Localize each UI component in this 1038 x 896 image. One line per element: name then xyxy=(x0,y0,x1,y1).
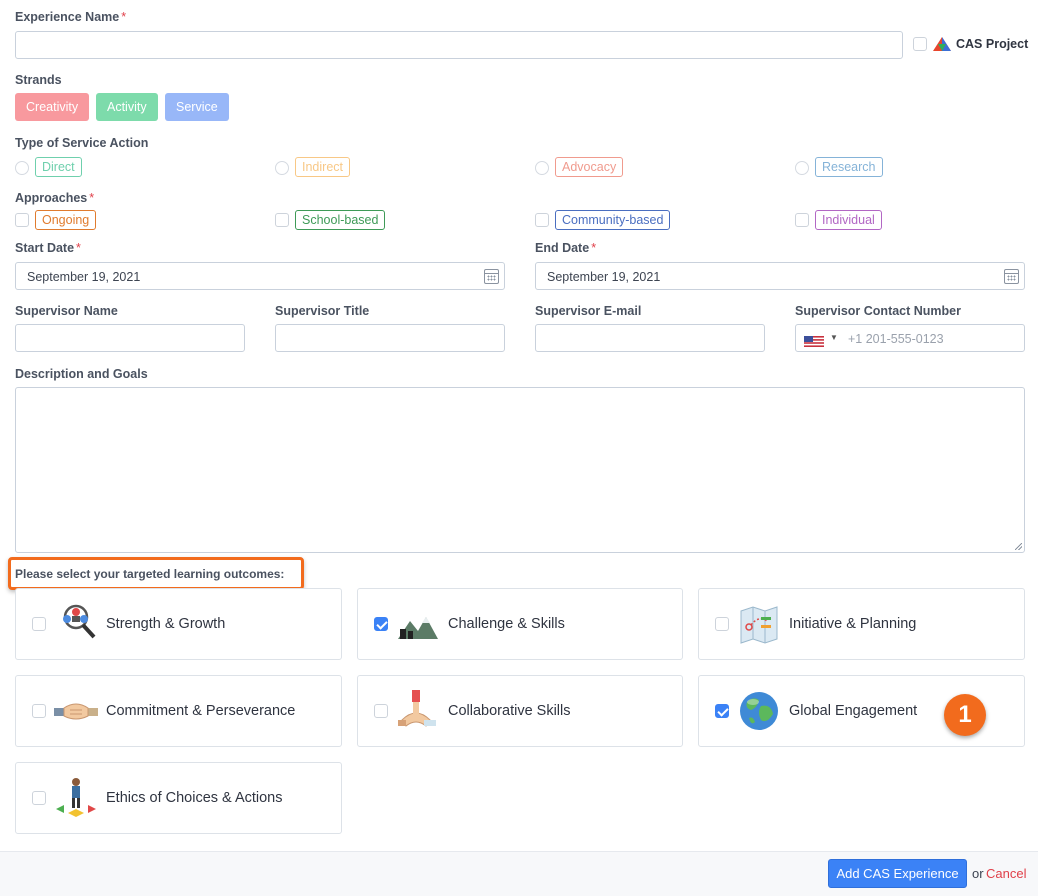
chevron-down-icon[interactable]: ▼ xyxy=(830,333,838,342)
service-direct-radio[interactable] xyxy=(15,161,29,175)
approaches-label-text: Approaches xyxy=(15,191,88,205)
strand-activity-button[interactable]: Activity xyxy=(96,93,158,121)
experience-name-label: Experience Name * xyxy=(15,10,126,24)
approach-ongoing-tag[interactable]: Ongoing xyxy=(35,210,97,230)
resize-handle[interactable] xyxy=(1015,543,1022,550)
end-date-label-text: End Date xyxy=(535,241,590,255)
outcome-checkbox[interactable] xyxy=(32,791,46,805)
end-date-label: End Date * xyxy=(535,241,596,255)
cas-logo-icon xyxy=(933,37,951,51)
outcome-checkbox[interactable] xyxy=(32,617,46,631)
service-indirect-radio[interactable] xyxy=(275,161,289,175)
experience-name-label-text: Experience Name xyxy=(15,10,120,24)
service-direct-tag[interactable]: Direct xyxy=(35,157,82,177)
service-action-label: Type of Service Action xyxy=(15,136,149,150)
outcome-card-commitment-perseverance[interactable]: Commitment & Perseverance xyxy=(15,675,342,747)
service-indirect-tag[interactable]: Indirect xyxy=(295,157,350,177)
supervisor-title-input[interactable] xyxy=(275,324,505,352)
global-engagement-icon xyxy=(737,690,781,732)
supervisor-phone-input[interactable]: ▼ +1 201-555-0123 xyxy=(795,324,1025,352)
initiative-planning-icon xyxy=(737,603,781,645)
service-advocacy-tag[interactable]: Advocacy xyxy=(555,157,624,177)
approach-individual-tag[interactable]: Individual xyxy=(815,210,882,230)
outcome-label: Challenge & Skills xyxy=(448,616,565,632)
add-cas-experience-button[interactable]: Add CAS Experience xyxy=(828,859,967,888)
outcome-card-collaborative-skills[interactable]: Collaborative Skills xyxy=(357,675,683,747)
supervisor-name-input[interactable] xyxy=(15,324,245,352)
approach-ongoing-checkbox[interactable] xyxy=(15,213,29,227)
strength-growth-icon xyxy=(54,603,98,645)
end-date-value: September 19, 2021 xyxy=(547,270,661,284)
outcomes-prompt: Please select your targeted learning out… xyxy=(15,567,285,581)
cas-project-label: CAS Project xyxy=(956,37,1029,51)
required-mark: * xyxy=(121,10,127,24)
calendar-icon[interactable] xyxy=(1004,269,1019,284)
supervisor-phone-label: Supervisor Contact Number xyxy=(795,304,962,318)
service-research-tag[interactable]: Research xyxy=(815,157,883,177)
approach-school-based-checkbox[interactable] xyxy=(275,213,289,227)
outcome-label: Collaborative Skills xyxy=(448,703,571,719)
strand-service-button[interactable]: Service xyxy=(165,93,229,121)
strand-creativity-button[interactable]: Creativity xyxy=(15,93,90,121)
service-advocacy-radio[interactable] xyxy=(535,161,549,175)
collaborative-skills-icon xyxy=(396,690,440,732)
approach-individual-checkbox[interactable] xyxy=(795,213,809,227)
supervisor-email-input[interactable] xyxy=(535,324,765,352)
start-date-input[interactable]: September 19, 2021 xyxy=(15,262,505,290)
supervisor-title-label: Supervisor Title xyxy=(275,304,370,318)
outcome-checkbox[interactable] xyxy=(32,704,46,718)
approach-community-based-checkbox[interactable] xyxy=(535,213,549,227)
step-callout-badge: 1 xyxy=(944,694,986,736)
challenge-skills-icon xyxy=(396,603,440,645)
start-date-label: Start Date * xyxy=(15,241,81,255)
strands-label: Strands xyxy=(15,73,62,87)
description-label: Description and Goals xyxy=(15,367,148,381)
outcome-card-initiative-planning[interactable]: Initiative & Planning xyxy=(698,588,1025,660)
description-textarea[interactable] xyxy=(15,387,1025,553)
start-date-label-text: Start Date xyxy=(15,241,75,255)
required-mark: * xyxy=(89,191,95,205)
or-text: or xyxy=(972,866,984,881)
outcome-label: Strength & Growth xyxy=(106,616,226,632)
cas-project-checkbox[interactable] xyxy=(913,37,927,51)
outcome-card-strength-growth[interactable]: Strength & Growth xyxy=(15,588,342,660)
supervisor-name-label: Supervisor Name xyxy=(15,304,118,318)
outcome-checkbox[interactable] xyxy=(374,617,388,631)
outcome-checkbox[interactable] xyxy=(374,704,388,718)
required-mark: * xyxy=(591,241,597,255)
outcome-card-challenge-skills[interactable]: Challenge & Skills xyxy=(357,588,683,660)
phone-placeholder: +1 201-555-0123 xyxy=(848,332,944,346)
outcome-checkbox[interactable] xyxy=(715,704,729,718)
calendar-icon[interactable] xyxy=(484,269,499,284)
outcome-label: Global Engagement xyxy=(789,703,918,719)
outcome-label: Ethics of Choices & Actions xyxy=(106,790,283,806)
ethics-choices-icon xyxy=(54,777,98,819)
supervisor-email-label: Supervisor E-mail xyxy=(535,304,642,318)
outcome-label: Commitment & Perseverance xyxy=(106,703,296,719)
us-flag-icon[interactable] xyxy=(804,334,824,347)
required-mark: * xyxy=(76,241,81,255)
end-date-input[interactable]: September 19, 2021 xyxy=(535,262,1025,290)
experience-name-input[interactable] xyxy=(15,31,903,59)
commitment-perseverance-icon xyxy=(54,690,98,732)
outcome-card-ethics-choices[interactable]: Ethics of Choices & Actions xyxy=(15,762,342,834)
start-date-value: September 19, 2021 xyxy=(27,270,141,284)
outcome-checkbox[interactable] xyxy=(715,617,729,631)
outcome-label: Initiative & Planning xyxy=(789,616,917,632)
approach-community-based-tag[interactable]: Community-based xyxy=(555,210,671,230)
approaches-label: Approaches * xyxy=(15,191,94,205)
cancel-link[interactable]: Cancel xyxy=(986,866,1026,881)
service-research-radio[interactable] xyxy=(795,161,809,175)
approach-school-based-tag[interactable]: School-based xyxy=(295,210,386,230)
